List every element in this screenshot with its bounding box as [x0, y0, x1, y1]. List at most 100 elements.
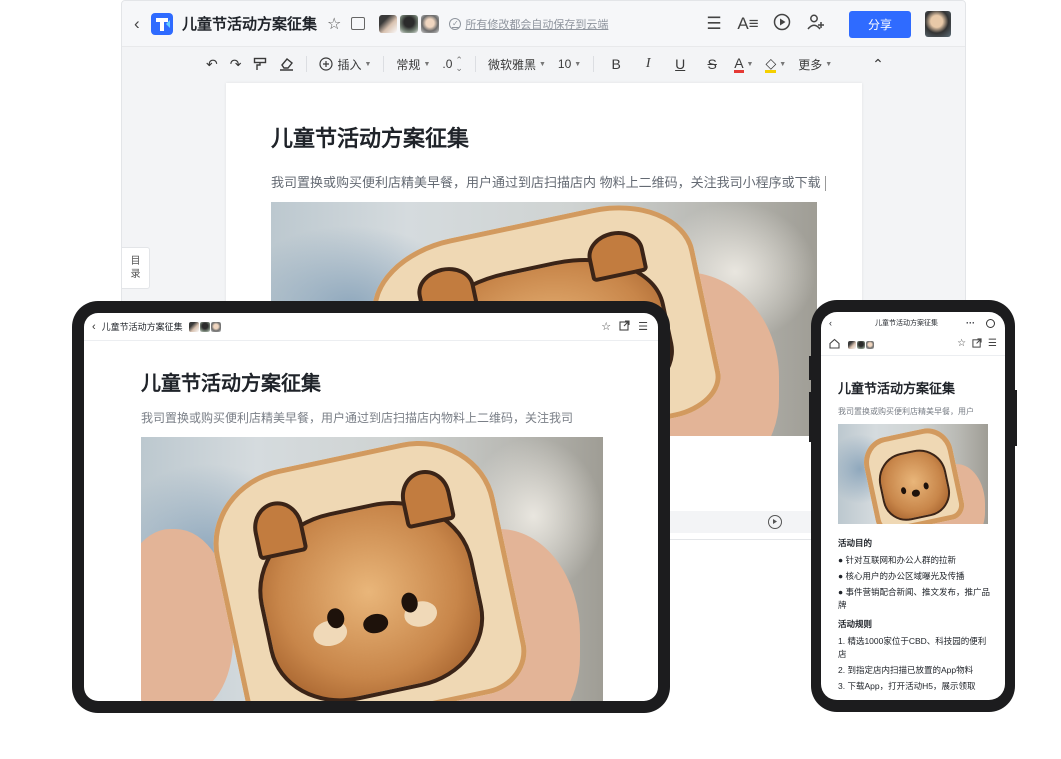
eraser-icon[interactable]: [273, 52, 300, 76]
size-label: 10: [557, 57, 572, 71]
redo-icon[interactable]: ↷: [224, 52, 248, 76]
body-paragraph: 我司置换或购买便利店精美早餐，用户: [838, 407, 974, 416]
photo-art: [838, 424, 988, 524]
undo-icon[interactable]: ↶: [200, 52, 224, 76]
page-title: 儿童节活动方案征集: [838, 381, 956, 396]
toc-toggle[interactable]: 目 录: [122, 247, 150, 289]
phone-screen: ‹ 儿童节活动方案征集 ··· ☆ ☰ 儿童节活动方案征集 我司置换或购买便利店…: [821, 312, 1005, 700]
list-item: ● 核心用户的办公区域曝光及传播: [838, 571, 965, 581]
toc-label-2: 录: [130, 269, 141, 280]
back-icon[interactable]: ‹: [829, 318, 832, 328]
phone-subheader: ☆ ☰: [821, 334, 1005, 356]
format-toolbar: ↶ ↷ 插入 ▼ 常规 ▼ .0 ⌃ ⌄ 微软雅黑 ▼ 10 ▼ B I U S…: [122, 47, 965, 81]
collapse-toolbar-icon[interactable]: ⌃: [866, 52, 890, 76]
home-icon[interactable]: [829, 338, 840, 352]
more-icon[interactable]: ···: [966, 318, 975, 328]
phone-button: [1014, 390, 1017, 446]
title-bar: ‹ 儿童节活动方案征集 ☆ ✓ 所有修改都会自动保存到云端 ☰ A≡ 分享: [122, 1, 965, 47]
menu-icon[interactable]: ☰: [638, 320, 648, 334]
dog-ear: [583, 225, 650, 283]
tablet-actions: ☆ ☰: [601, 319, 648, 334]
underline-button[interactable]: U: [664, 52, 696, 76]
avatar[interactable]: [400, 14, 419, 33]
present-icon[interactable]: [765, 13, 799, 36]
font-size-dropdown[interactable]: 10 ▼: [552, 52, 587, 76]
chevron-down-icon: ▼: [779, 60, 787, 68]
phone-actions: ☆ ☰: [957, 338, 997, 351]
chevron-down-icon: ▼: [746, 60, 754, 68]
body-paragraph[interactable]: 我司置换或购买便利店精美早餐，用户通过到店扫描店内 物料上二维码，关注我司小程序…: [271, 172, 826, 192]
chevron-down-icon: ▼: [574, 60, 582, 68]
share-button[interactable]: 分享: [849, 10, 911, 38]
paragraph-style-dropdown[interactable]: 常规 ▼: [390, 52, 436, 76]
page-title: 儿童节活动方案征集: [271, 126, 470, 151]
photo-art: [141, 437, 603, 701]
collaborator-avatars[interactable]: [848, 340, 874, 349]
tablet-header: ‹ 儿童节活动方案征集 ☆ ☰: [84, 313, 658, 341]
back-icon[interactable]: ‹: [92, 321, 96, 333]
star-icon[interactable]: ☆: [327, 14, 341, 34]
line-spacing-stepper[interactable]: .0 ⌃ ⌄: [436, 52, 469, 76]
menu-icon[interactable]: ☰: [697, 14, 731, 34]
collaborator-avatars[interactable]: [188, 321, 221, 332]
dog-eye: [923, 482, 930, 491]
font-family-dropdown[interactable]: 微软雅黑 ▼: [482, 52, 552, 76]
collaborator-avatars[interactable]: [379, 14, 440, 33]
avatar[interactable]: [379, 14, 398, 33]
divider: [306, 56, 308, 72]
avatar: [188, 321, 199, 332]
dog-face: [873, 444, 955, 524]
strikethrough-button[interactable]: S: [696, 52, 728, 76]
autosave-text: 所有修改都会自动保存到云端: [465, 18, 609, 31]
divider: [383, 56, 385, 72]
share-out-icon[interactable]: [619, 319, 630, 334]
list-item: ● 针对互联网和办公人群的拉新: [838, 555, 956, 565]
star-icon[interactable]: ☆: [601, 320, 611, 334]
style-label: 常规: [396, 57, 421, 72]
list-item: 1. 精选1000家位于CBD、科技园的便利店: [838, 636, 987, 659]
doc-title[interactable]: 儿童节活动方案征集: [182, 13, 317, 34]
user-avatar[interactable]: [925, 11, 951, 37]
share-out-icon[interactable]: [972, 338, 982, 351]
avatar: [848, 340, 856, 349]
record-icon[interactable]: [986, 318, 995, 328]
spacing-label: .0: [442, 57, 453, 71]
avatar: [199, 321, 210, 332]
app-logo-icon: [150, 12, 174, 36]
section-heading: 活动目的: [838, 538, 873, 548]
avatar[interactable]: [421, 14, 440, 33]
play-icon[interactable]: [768, 515, 782, 529]
highlight-dropdown[interactable]: ◇ ▼: [759, 52, 792, 76]
body-paragraph: 我司置换或购买便利店精美早餐，用户通过到店扫描店内物料上二维码，关注我司: [141, 411, 574, 425]
insert-dropdown[interactable]: 插入 ▼: [313, 52, 377, 76]
avatar: [866, 340, 874, 349]
text-cursor: [824, 176, 826, 192]
star-icon[interactable]: ☆: [957, 338, 966, 351]
bold-button[interactable]: B: [600, 52, 632, 76]
phone-button: [809, 356, 812, 380]
chevron-down-icon: ▼: [423, 60, 431, 68]
avatar: [857, 340, 865, 349]
doc-title: 儿童节活动方案征集: [875, 320, 938, 327]
divider: [593, 56, 595, 72]
dog-eye: [900, 486, 907, 495]
more-dropdown[interactable]: 更多 ▼: [792, 52, 838, 76]
dog-nose: [911, 489, 921, 498]
font-color-dropdown[interactable]: A ▼: [728, 52, 759, 76]
menu-icon[interactable]: ☰: [988, 338, 997, 351]
list-item: 3. 下载App，打开活动H5，展示领取: [838, 681, 976, 691]
chevron-down-icon: ▼: [364, 60, 372, 68]
font-label: 微软雅黑: [487, 57, 536, 72]
toast-photo: [838, 424, 988, 524]
back-icon[interactable]: ‹: [134, 15, 148, 32]
font-settings-icon[interactable]: A≡: [731, 14, 765, 34]
italic-button[interactable]: I: [632, 52, 664, 76]
move-to-folder-icon[interactable]: [351, 17, 366, 30]
format-painter-icon[interactable]: [247, 52, 273, 76]
divider: [474, 56, 476, 72]
phone-header: ‹ 儿童节活动方案征集 ···: [821, 312, 1005, 334]
doc-title: 儿童节活动方案征集: [101, 322, 183, 332]
more-label: 更多: [798, 57, 823, 72]
add-collaborator-icon[interactable]: [799, 13, 833, 36]
dog-face: [244, 465, 497, 701]
